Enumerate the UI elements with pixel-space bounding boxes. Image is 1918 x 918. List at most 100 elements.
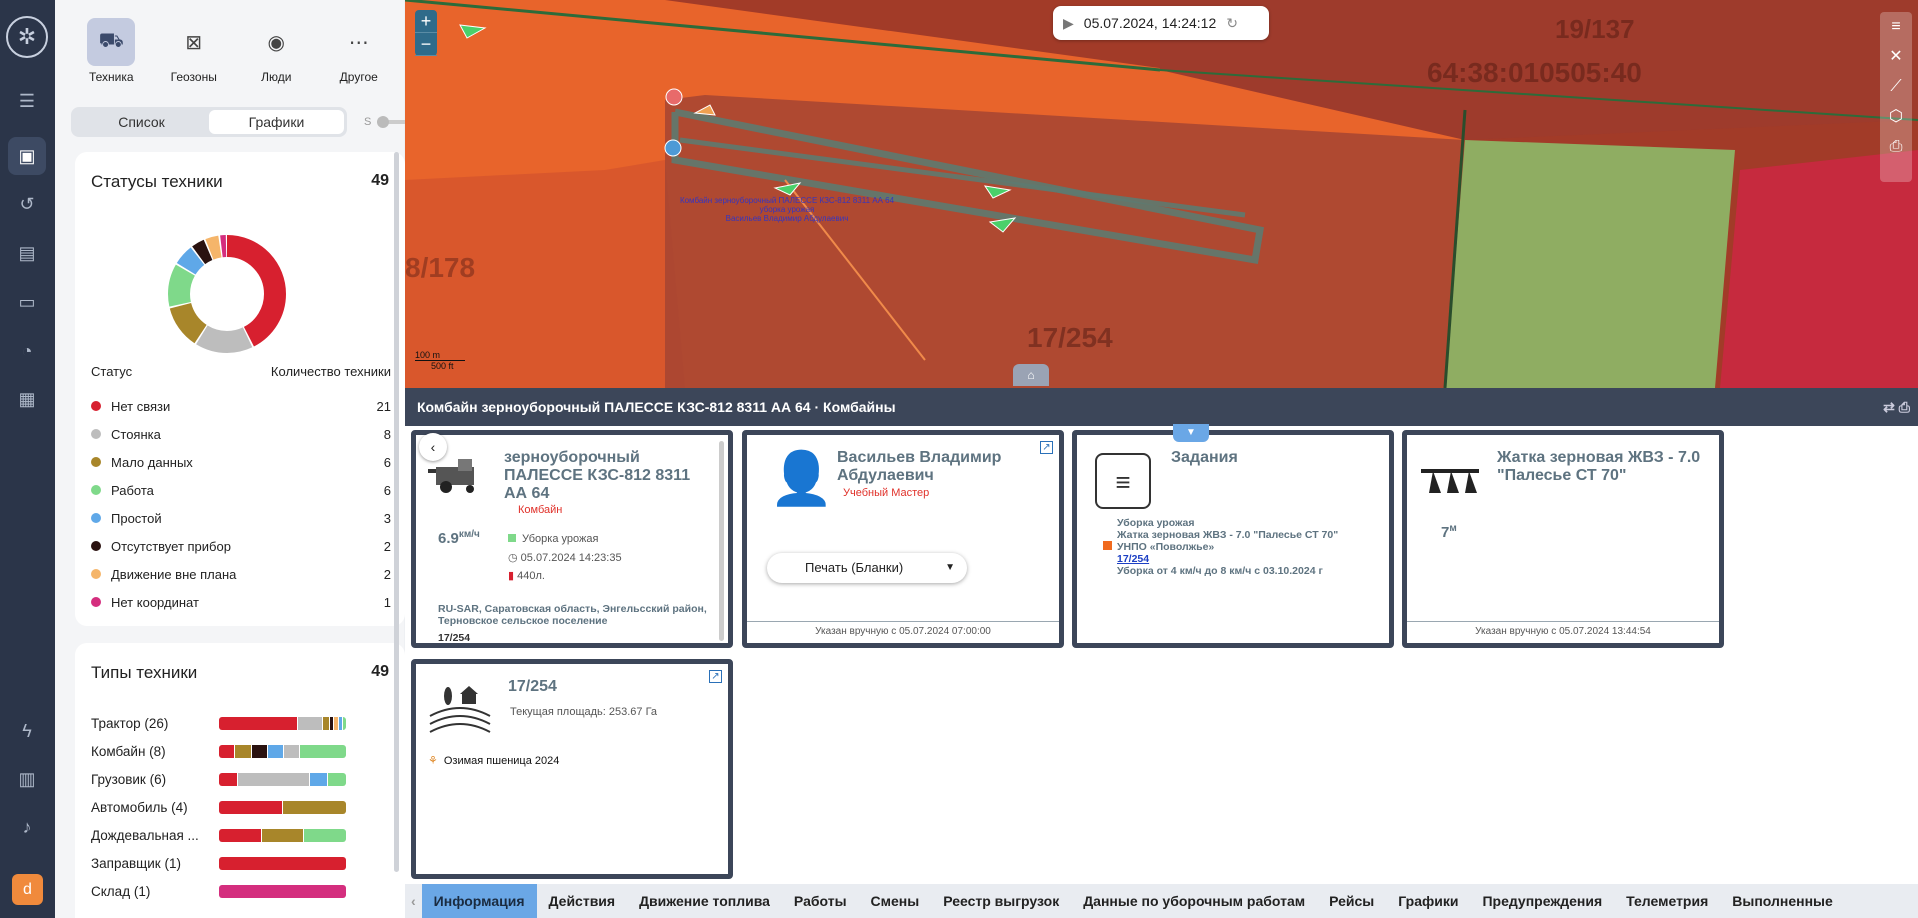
panel-toolbar: ⇄ ⎙: [1883, 388, 1910, 426]
store-icon[interactable]: ▥: [8, 760, 46, 798]
vehicle-card-scrollbar[interactable]: [719, 441, 724, 641]
tab-other[interactable]: ⋯ Другое: [318, 18, 401, 88]
collapse-map-icon[interactable]: ⌂: [1013, 364, 1049, 386]
back-button[interactable]: ‹: [419, 433, 447, 461]
type-label: Заправщик (1): [91, 855, 181, 871]
task-rule: Уборка от 4 км/ч до 8 км/ч с 03.10.2024 …: [1117, 565, 1323, 577]
avatar[interactable]: d: [12, 874, 43, 905]
field-number-top-right: 19/137: [1555, 14, 1635, 44]
history-icon[interactable]: ↺: [8, 185, 46, 223]
open-external-icon[interactable]: ↗: [1040, 441, 1053, 454]
type-row[interactable]: Трактор (26): [91, 709, 391, 737]
analytics-icon[interactable]: ◔: [8, 332, 46, 370]
size-slider-knob[interactable]: [377, 116, 390, 128]
activity-label: Уборка урожая: [522, 533, 599, 545]
tab-unload-registry[interactable]: Реестр выгрузок: [931, 884, 1071, 918]
tab-people[interactable]: ◉ Люди: [235, 18, 318, 88]
ruler-icon[interactable]: ⟋: [1880, 72, 1912, 102]
app-logo-icon[interactable]: ✲: [6, 16, 48, 58]
expand-panel-icon[interactable]: ▼: [1173, 424, 1209, 442]
zoom-out-button[interactable]: −: [415, 33, 437, 56]
map-canvas[interactable]: [405, 0, 1918, 388]
status-dot: [91, 569, 101, 579]
tab-telemetry[interactable]: Телеметрия: [1614, 884, 1720, 918]
panel-title-bar: Комбайн зерноуборочный ПАЛЕССЕ КЗС-812 8…: [405, 388, 1918, 426]
print-forms-button[interactable]: Печать (Бланки) ▼: [767, 553, 967, 583]
play-icon[interactable]: ▶: [1063, 15, 1074, 32]
category-tabs: ⛟ Техника ⊠ Геозоны ◉ Люди ⋯ Другое: [70, 18, 400, 88]
monitoring-icon[interactable]: ▣: [8, 137, 46, 175]
task-color-icon: [1103, 541, 1112, 550]
tab-information[interactable]: Информация: [421, 884, 537, 918]
implement-width: 7м: [1441, 523, 1457, 541]
type-row[interactable]: Заправщик (1): [91, 849, 391, 877]
status-row[interactable]: Движение вне плана 2: [91, 560, 391, 588]
status-row[interactable]: Работа 6: [91, 476, 391, 504]
fuel-value: 440л.: [517, 570, 545, 582]
view-charts-button[interactable]: Графики: [209, 110, 344, 134]
map-view[interactable]: Комбайн зерноуборочный ПАЛЕССЕ КЗС-812 8…: [405, 0, 1918, 388]
bell-icon[interactable]: ♪: [8, 808, 46, 846]
tab-completed[interactable]: Выполненные: [1720, 884, 1845, 918]
implement-footer: Указан вручную с 05.07.2024 13:44:54: [1407, 621, 1719, 643]
tab-works[interactable]: Работы: [782, 884, 859, 918]
type-row[interactable]: Комбайн (8): [91, 737, 391, 765]
status-row[interactable]: Нет связи 21: [91, 392, 391, 420]
vehicle-card: зерноуборочный ПАЛЕССЕ КЗС-812 8311 АА 6…: [411, 430, 733, 648]
print-icon[interactable]: ⎙: [1899, 399, 1910, 415]
clipboard-icon: ≡: [1095, 453, 1151, 509]
plough-icon-svg: [1421, 469, 1479, 493]
view-list-button[interactable]: Список: [74, 110, 209, 134]
print-map-icon[interactable]: ⎙: [1880, 132, 1912, 162]
tab-charts[interactable]: Графики: [1386, 884, 1470, 918]
tab-fuel-movement[interactable]: Движение топлива: [627, 884, 782, 918]
tasks-icon[interactable]: ▦: [8, 380, 46, 418]
type-row[interactable]: Автомобиль (4): [91, 793, 391, 821]
status-row[interactable]: Мало данных 6: [91, 448, 391, 476]
status-label: Отсутствует прибор: [111, 538, 231, 554]
tab-warnings[interactable]: Предупреждения: [1470, 884, 1614, 918]
crop-label: Озимая пшеница 2024: [443, 755, 560, 767]
type-row[interactable]: Склад (1): [91, 877, 391, 905]
swap-icon[interactable]: ⇄: [1883, 399, 1895, 415]
status-row[interactable]: Нет координат 1: [91, 588, 391, 616]
archive-icon[interactable]: ▭: [8, 283, 46, 321]
polygon-icon[interactable]: ⬡: [1880, 102, 1912, 132]
tabs-scroll-left-icon[interactable]: ‹: [405, 884, 422, 918]
tab-label: Люди: [261, 70, 292, 84]
reports-icon[interactable]: ▤: [8, 234, 46, 272]
menu-icon[interactable]: ☰: [8, 82, 46, 120]
status-row[interactable]: Отсутствует прибор 2: [91, 532, 391, 560]
type-row[interactable]: Дождевальная ...: [91, 821, 391, 849]
status-label: Мало данных: [111, 454, 193, 470]
type-row[interactable]: Грузовик (6): [91, 765, 391, 793]
status-row[interactable]: Простой 3: [91, 504, 391, 532]
lightning-icon[interactable]: ϟ: [8, 712, 46, 750]
vehicle-map-label-line: уборка урожая: [759, 205, 815, 214]
status-row[interactable]: Стоянка 8: [91, 420, 391, 448]
speed-value: 6.9: [438, 530, 459, 547]
layers-icon[interactable]: ≡: [1880, 12, 1912, 42]
reset-icon[interactable]: ↻: [1226, 15, 1238, 32]
print-forms-label: Печать (Бланки): [805, 560, 904, 575]
zoom-in-button[interactable]: +: [415, 10, 437, 33]
measure-icon[interactable]: ✕: [1880, 42, 1912, 72]
status-dot: [91, 485, 101, 495]
field-number-left: 8/178: [405, 252, 476, 283]
tab-trips[interactable]: Рейсы: [1317, 884, 1386, 918]
tab-geozones[interactable]: ⊠ Геозоны: [153, 18, 236, 88]
tab-harvest-data[interactable]: Данные по уборочным работам: [1071, 884, 1317, 918]
tab-actions[interactable]: Действия: [537, 884, 628, 918]
tab-machinery[interactable]: ⛟ Техника: [70, 18, 153, 88]
types-card: Типы техники 49 Трактор (26) Комбайн (8)…: [75, 643, 405, 918]
map-scale: 100 m 500 ft: [415, 350, 465, 371]
tab-shifts[interactable]: Смены: [859, 884, 932, 918]
status-donut-chart[interactable]: [163, 230, 291, 358]
task-field-link[interactable]: 17/254: [1117, 553, 1338, 565]
combine-icon: [428, 459, 484, 495]
status-label: Простой: [111, 510, 162, 526]
status-label: Стоянка: [111, 426, 161, 442]
side-scrollbar[interactable]: [394, 152, 399, 872]
open-field-external-icon[interactable]: ↗: [709, 670, 722, 683]
scale-meters: 100 m: [415, 350, 465, 361]
